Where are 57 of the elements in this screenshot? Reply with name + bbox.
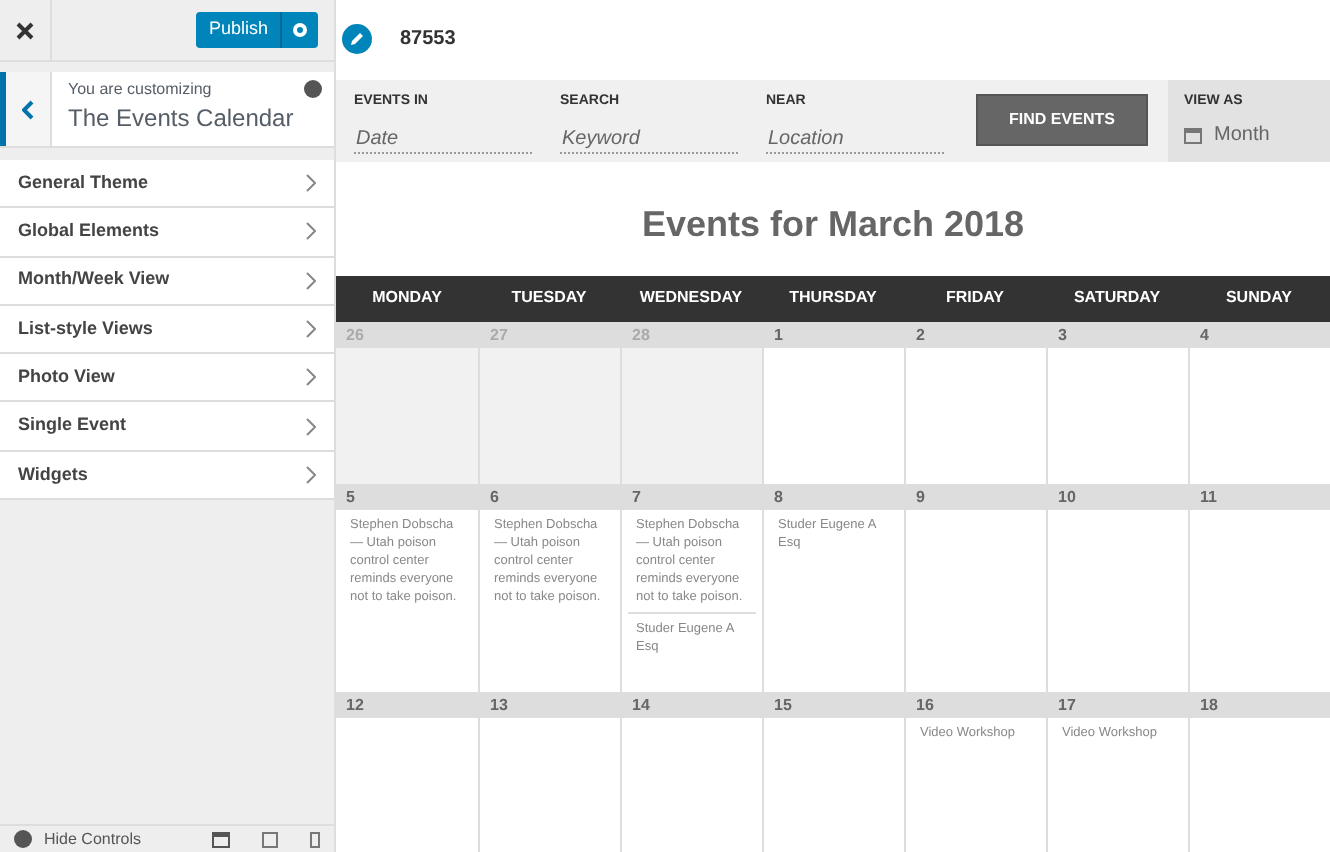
customizing-title: The Events Calendar [68, 102, 296, 134]
day-number: 15 [764, 692, 904, 718]
mobile-icon[interactable] [310, 831, 320, 847]
day-number: 4 [1190, 322, 1330, 348]
day-number: 3 [1048, 322, 1188, 348]
desktop-icon[interactable] [212, 831, 230, 847]
day-number: 12 [336, 692, 478, 718]
weekday-header: TUESDAY [509, 286, 589, 311]
weekday-header: SATURDAY [1071, 286, 1163, 311]
weekday-header: SUNDAY [1223, 286, 1295, 311]
chevron-right-icon [306, 368, 316, 387]
tablet-icon[interactable] [262, 831, 278, 847]
edit-shortcut-icon[interactable] [342, 24, 372, 55]
chevron-right-icon [306, 174, 316, 193]
weekday-header: MONDAY [370, 286, 444, 311]
close-icon [16, 21, 34, 39]
chevron-right-icon [306, 320, 316, 339]
weekday-header: THURSDAY [787, 286, 879, 311]
back-icon [22, 99, 34, 119]
chevron-right-icon [306, 271, 316, 290]
day-number: 11 [1190, 484, 1330, 510]
site-title: 87553 [400, 26, 456, 55]
sidebar-item[interactable]: Photo View [0, 354, 334, 403]
sidebar-item[interactable]: Global Elements [0, 208, 334, 258]
day-number: 5 [336, 484, 478, 510]
day-number: 14 [622, 692, 762, 718]
sidebar-item[interactable]: Widgets [0, 451, 334, 501]
chevron-right-icon [306, 222, 316, 241]
find-events-button[interactable]: FIND EVENTS [976, 94, 1148, 147]
day-number: 18 [1190, 692, 1330, 718]
day-number: 8 [764, 484, 904, 510]
view-as-value: Month [1214, 122, 1270, 151]
sidebar-item[interactable]: General Theme [0, 160, 334, 209]
chevron-right-icon [306, 417, 316, 436]
day-number: 1 [764, 322, 904, 348]
back-button[interactable] [0, 72, 52, 146]
filter-input[interactable]: Keyword [560, 126, 738, 155]
hide-controls-link[interactable]: Hide Controls [44, 827, 200, 851]
calendar-title: Events for March 2018 [639, 201, 1027, 248]
day-number: 17 [1048, 692, 1188, 718]
day-number: 13 [480, 692, 620, 718]
day-number: 16 [906, 692, 1046, 718]
customizing-label: You are customizing [68, 78, 214, 102]
day-number: 9 [906, 484, 1046, 510]
sidebar-item[interactable]: Single Event [0, 402, 334, 452]
sidebar-item[interactable]: Month/Week View [0, 257, 334, 306]
sidebar-item[interactable]: List-style Views [0, 305, 334, 355]
day-number: 7 [622, 484, 762, 510]
chevron-right-icon [306, 465, 316, 484]
calendar-icon [1184, 126, 1202, 145]
weekday-header: FRIDAY [943, 286, 1007, 311]
day-number: 6 [480, 484, 620, 510]
weekday-header: WEDNESDAY [637, 286, 745, 311]
filter-input[interactable]: Date [354, 126, 532, 155]
day-number: 10 [1048, 484, 1188, 510]
filter-input[interactable]: Location [766, 126, 944, 155]
day-number: 2 [906, 322, 1046, 348]
